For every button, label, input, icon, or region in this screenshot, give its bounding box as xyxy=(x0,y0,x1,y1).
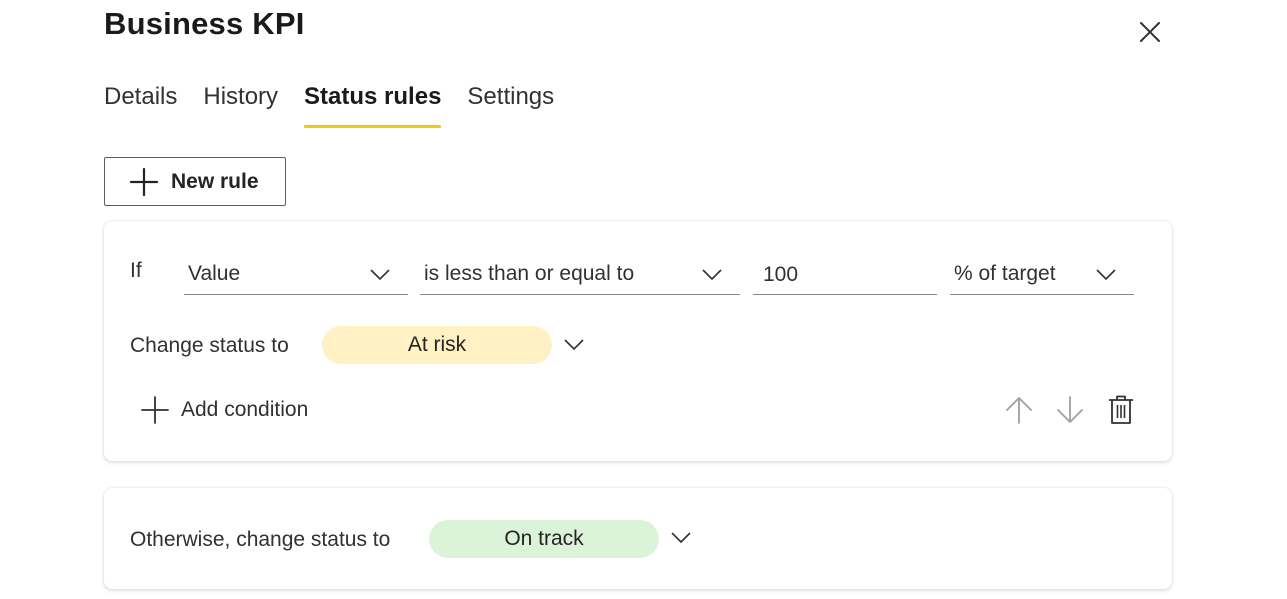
status-pill-on-track[interactable]: On track xyxy=(429,520,659,558)
otherwise-label: Otherwise, change status to xyxy=(130,528,391,551)
tab-status-rules[interactable]: Status rules xyxy=(304,80,442,128)
otherwise-card: Otherwise, change status to On track xyxy=(104,488,1172,589)
move-up-button[interactable] xyxy=(1002,393,1036,427)
chevron-down-icon[interactable] xyxy=(562,335,586,355)
status-rules-dialog: Business KPI Details History Status rule… xyxy=(0,0,1287,599)
delete-rule-button[interactable] xyxy=(1107,394,1135,426)
operator-value: is less than or equal to xyxy=(424,262,635,285)
field-dropdown[interactable]: Value xyxy=(184,249,408,295)
tab-list: Details History Status rules Settings xyxy=(104,80,580,130)
close-icon xyxy=(1140,22,1160,42)
tab-details[interactable]: Details xyxy=(104,80,177,128)
tab-settings[interactable]: Settings xyxy=(467,80,554,128)
if-label: If xyxy=(130,259,142,282)
tab-history[interactable]: History xyxy=(203,80,278,128)
chevron-down-icon[interactable] xyxy=(669,528,693,548)
plus-icon xyxy=(141,396,169,424)
move-down-button[interactable] xyxy=(1053,393,1087,427)
add-condition-label: Add condition xyxy=(181,398,309,421)
threshold-input[interactable]: 100 xyxy=(753,249,937,295)
chevron-down-icon xyxy=(370,269,390,281)
dialog-title: Business KPI xyxy=(104,6,305,41)
unit-dropdown[interactable]: % of target xyxy=(950,249,1134,295)
arrow-down-icon xyxy=(1057,396,1083,423)
close-button[interactable] xyxy=(1134,16,1166,48)
trash-icon xyxy=(1109,395,1133,424)
arrow-up-icon xyxy=(1006,397,1032,424)
status-pill-at-risk[interactable]: At risk xyxy=(322,326,552,364)
rule-card: If Value is less than or equal to 100 % … xyxy=(104,221,1172,461)
field-value: Value xyxy=(188,262,241,285)
threshold-value: 100 xyxy=(763,263,799,286)
new-rule-label: New rule xyxy=(171,169,259,193)
plus-icon xyxy=(129,167,159,196)
change-status-label: Change status to xyxy=(130,334,289,357)
unit-value: % of target xyxy=(954,262,1056,285)
new-rule-button[interactable]: New rule xyxy=(104,157,286,206)
operator-dropdown[interactable]: is less than or equal to xyxy=(420,249,740,295)
add-condition-button[interactable]: Add condition xyxy=(140,395,308,425)
chevron-down-icon xyxy=(702,269,722,281)
chevron-down-icon xyxy=(1096,269,1116,281)
